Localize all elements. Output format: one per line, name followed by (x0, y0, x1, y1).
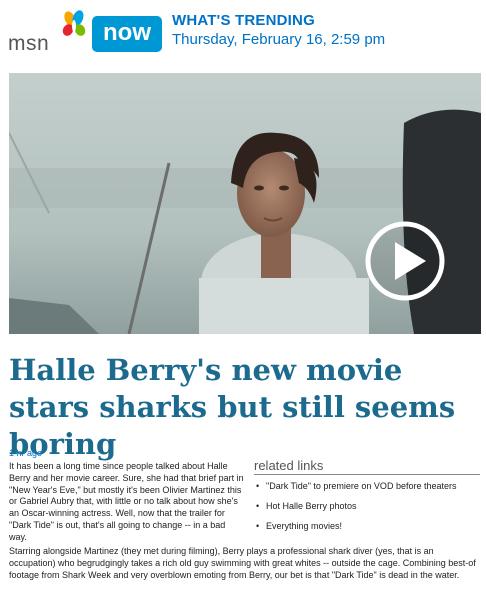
related-link[interactable]: • Everything movies! (254, 521, 480, 532)
article-paragraph-1: It has been a long time since people tal… (9, 461, 244, 542)
article-paragraph-2: Starring alongside Martinez (they met du… (9, 546, 476, 580)
related-links-title: related links (254, 458, 480, 475)
related-link-label[interactable]: "Dark Tide" to premiere on VOD before th… (266, 481, 456, 491)
article-headline: Halle Berry's new movie stars sharks but… (9, 353, 456, 461)
msn-now-logo[interactable]: msn now (8, 10, 168, 60)
msn-wordmark: msn (8, 32, 50, 55)
related-link-label[interactable]: Everything movies! (266, 521, 342, 531)
article-time: 1 hr ago (9, 448, 43, 458)
timestamp: Thursday, February 16, 2:59 pm (172, 31, 386, 48)
related-links-list: • "Dark Tide" to premiere on VOD before t… (254, 481, 480, 532)
video-player[interactable] (9, 73, 481, 334)
play-icon[interactable] (364, 220, 446, 302)
bullet-icon: • (256, 501, 260, 511)
related-link[interactable]: • Hot Halle Berry photos (254, 501, 480, 512)
bullet-icon: • (256, 521, 260, 531)
section-title[interactable]: WHAT'S TRENDING (172, 12, 315, 29)
page-header: msn now WHAT'S TRENDING Thursday, Februa… (0, 0, 486, 70)
bullet-icon: • (256, 481, 260, 491)
msn-butterfly-icon (62, 10, 86, 36)
related-link-label[interactable]: Hot Halle Berry photos (266, 501, 357, 511)
related-link[interactable]: • "Dark Tide" to premiere on VOD before t… (254, 481, 480, 492)
related-links: related links • "Dark Tide" to premiere o… (254, 458, 480, 541)
now-badge: now (92, 16, 162, 52)
